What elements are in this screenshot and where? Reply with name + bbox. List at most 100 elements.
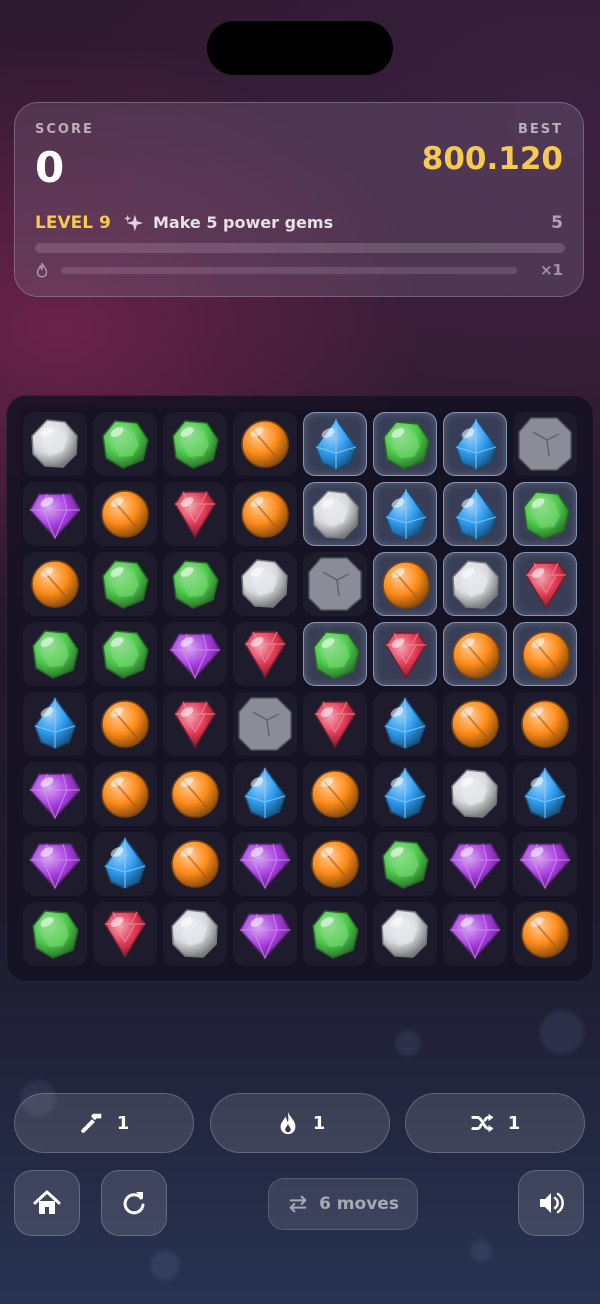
board-cell[interactable] [443, 622, 507, 686]
shuffle-booster-button[interactable]: 1 [405, 1093, 585, 1153]
purple-gem-icon [449, 843, 501, 890]
board-cell[interactable] [513, 902, 577, 966]
board-cell[interactable] [93, 482, 157, 546]
white-gem-icon [171, 909, 218, 958]
board-cell[interactable] [163, 762, 227, 826]
board-cell[interactable] [93, 902, 157, 966]
blue-gem-icon [34, 696, 76, 749]
board-cell[interactable] [443, 762, 507, 826]
level-label: LEVEL 9 [35, 213, 111, 233]
score-card: SCORE BEST 0 800.120 LEVEL 9 Make 5 powe… [14, 102, 584, 297]
red-gem-icon [104, 911, 146, 959]
objective-text: Make 5 power gems [153, 213, 334, 232]
board-cell[interactable] [233, 832, 297, 896]
board-cell[interactable] [163, 622, 227, 686]
board-cell[interactable] [303, 832, 367, 896]
orange-orb-icon [31, 560, 79, 608]
board-cell[interactable] [233, 482, 297, 546]
board-cell[interactable] [513, 692, 577, 756]
board-cell[interactable] [233, 552, 297, 616]
board-cell[interactable] [93, 412, 157, 476]
board-cell[interactable] [303, 692, 367, 756]
green-gem-icon [383, 421, 430, 470]
hammer-booster-count: 1 [116, 1112, 130, 1134]
blue-gem-icon [384, 766, 426, 819]
orange-orb-icon [522, 631, 570, 679]
board-cell[interactable] [163, 692, 227, 756]
board-cell[interactable] [23, 622, 87, 686]
board-cell[interactable] [163, 832, 227, 896]
board-cell[interactable] [233, 412, 297, 476]
board-cell[interactable] [373, 762, 437, 826]
board-cell[interactable] [93, 622, 157, 686]
board-cell[interactable] [373, 692, 437, 756]
home-icon [33, 1190, 61, 1214]
board-cell[interactable] [23, 482, 87, 546]
green-gem-icon [312, 910, 359, 959]
restart-icon [123, 1192, 145, 1215]
board-cell[interactable] [23, 692, 87, 756]
red-gem-icon [244, 631, 286, 679]
restart-button[interactable] [101, 1170, 167, 1236]
board-cell[interactable] [163, 412, 227, 476]
orange-orb-icon [451, 700, 499, 748]
board-cell[interactable] [303, 762, 367, 826]
board-cell[interactable] [233, 902, 297, 966]
board-cell[interactable] [23, 832, 87, 896]
board-cell[interactable] [163, 482, 227, 546]
hammer-booster-button[interactable]: 1 [14, 1093, 194, 1153]
board-cell[interactable] [233, 762, 297, 826]
board-cell[interactable] [23, 902, 87, 966]
board-cell[interactable] [373, 622, 437, 686]
board-cell[interactable] [23, 412, 87, 476]
orange-orb-icon [241, 490, 289, 538]
score-value: 0 [35, 143, 65, 192]
board-cell[interactable] [303, 622, 367, 686]
blue-gem-icon [384, 696, 426, 749]
board-cell[interactable] [443, 832, 507, 896]
shuffle-icon [471, 1113, 493, 1133]
board-cell[interactable] [93, 552, 157, 616]
fire-booster-button[interactable]: 1 [210, 1093, 390, 1153]
board-cell[interactable] [513, 412, 577, 476]
orange-orb-icon [241, 420, 289, 468]
board-cell[interactable] [163, 902, 227, 966]
red-gem-icon [174, 491, 216, 539]
board-cell[interactable] [23, 552, 87, 616]
board-cell[interactable] [93, 762, 157, 826]
board-cell[interactable] [373, 412, 437, 476]
orange-orb-icon [311, 770, 359, 818]
board-cell[interactable] [93, 692, 157, 756]
board-cell[interactable] [233, 622, 297, 686]
board-cell[interactable] [513, 552, 577, 616]
board-cell[interactable] [513, 832, 577, 896]
board-cell[interactable] [513, 482, 577, 546]
board-cell[interactable] [373, 552, 437, 616]
board-cell[interactable] [443, 552, 507, 616]
board-cell[interactable] [373, 902, 437, 966]
board-cell[interactable] [443, 902, 507, 966]
board-cell[interactable] [373, 832, 437, 896]
board-cell[interactable] [513, 622, 577, 686]
orange-orb-icon [382, 561, 430, 609]
board-cell[interactable] [443, 482, 507, 546]
home-button[interactable] [14, 1170, 80, 1236]
board-cell[interactable] [373, 482, 437, 546]
board-cell[interactable] [513, 762, 577, 826]
board-cell[interactable] [443, 692, 507, 756]
board-cell[interactable] [233, 692, 297, 756]
board-cell[interactable] [93, 832, 157, 896]
board-cell[interactable] [303, 412, 367, 476]
orange-orb-icon [101, 490, 149, 538]
device-notch [207, 21, 393, 75]
board-cell[interactable] [303, 552, 367, 616]
sparkle-icon [123, 214, 144, 232]
orange-orb-icon [452, 631, 500, 679]
board-cell[interactable] [303, 482, 367, 546]
shuffle-booster-count: 1 [507, 1112, 521, 1134]
board-cell[interactable] [163, 552, 227, 616]
sound-toggle-button[interactable] [518, 1170, 584, 1236]
board-cell[interactable] [303, 902, 367, 966]
board-cell[interactable] [443, 412, 507, 476]
board-cell[interactable] [23, 762, 87, 826]
